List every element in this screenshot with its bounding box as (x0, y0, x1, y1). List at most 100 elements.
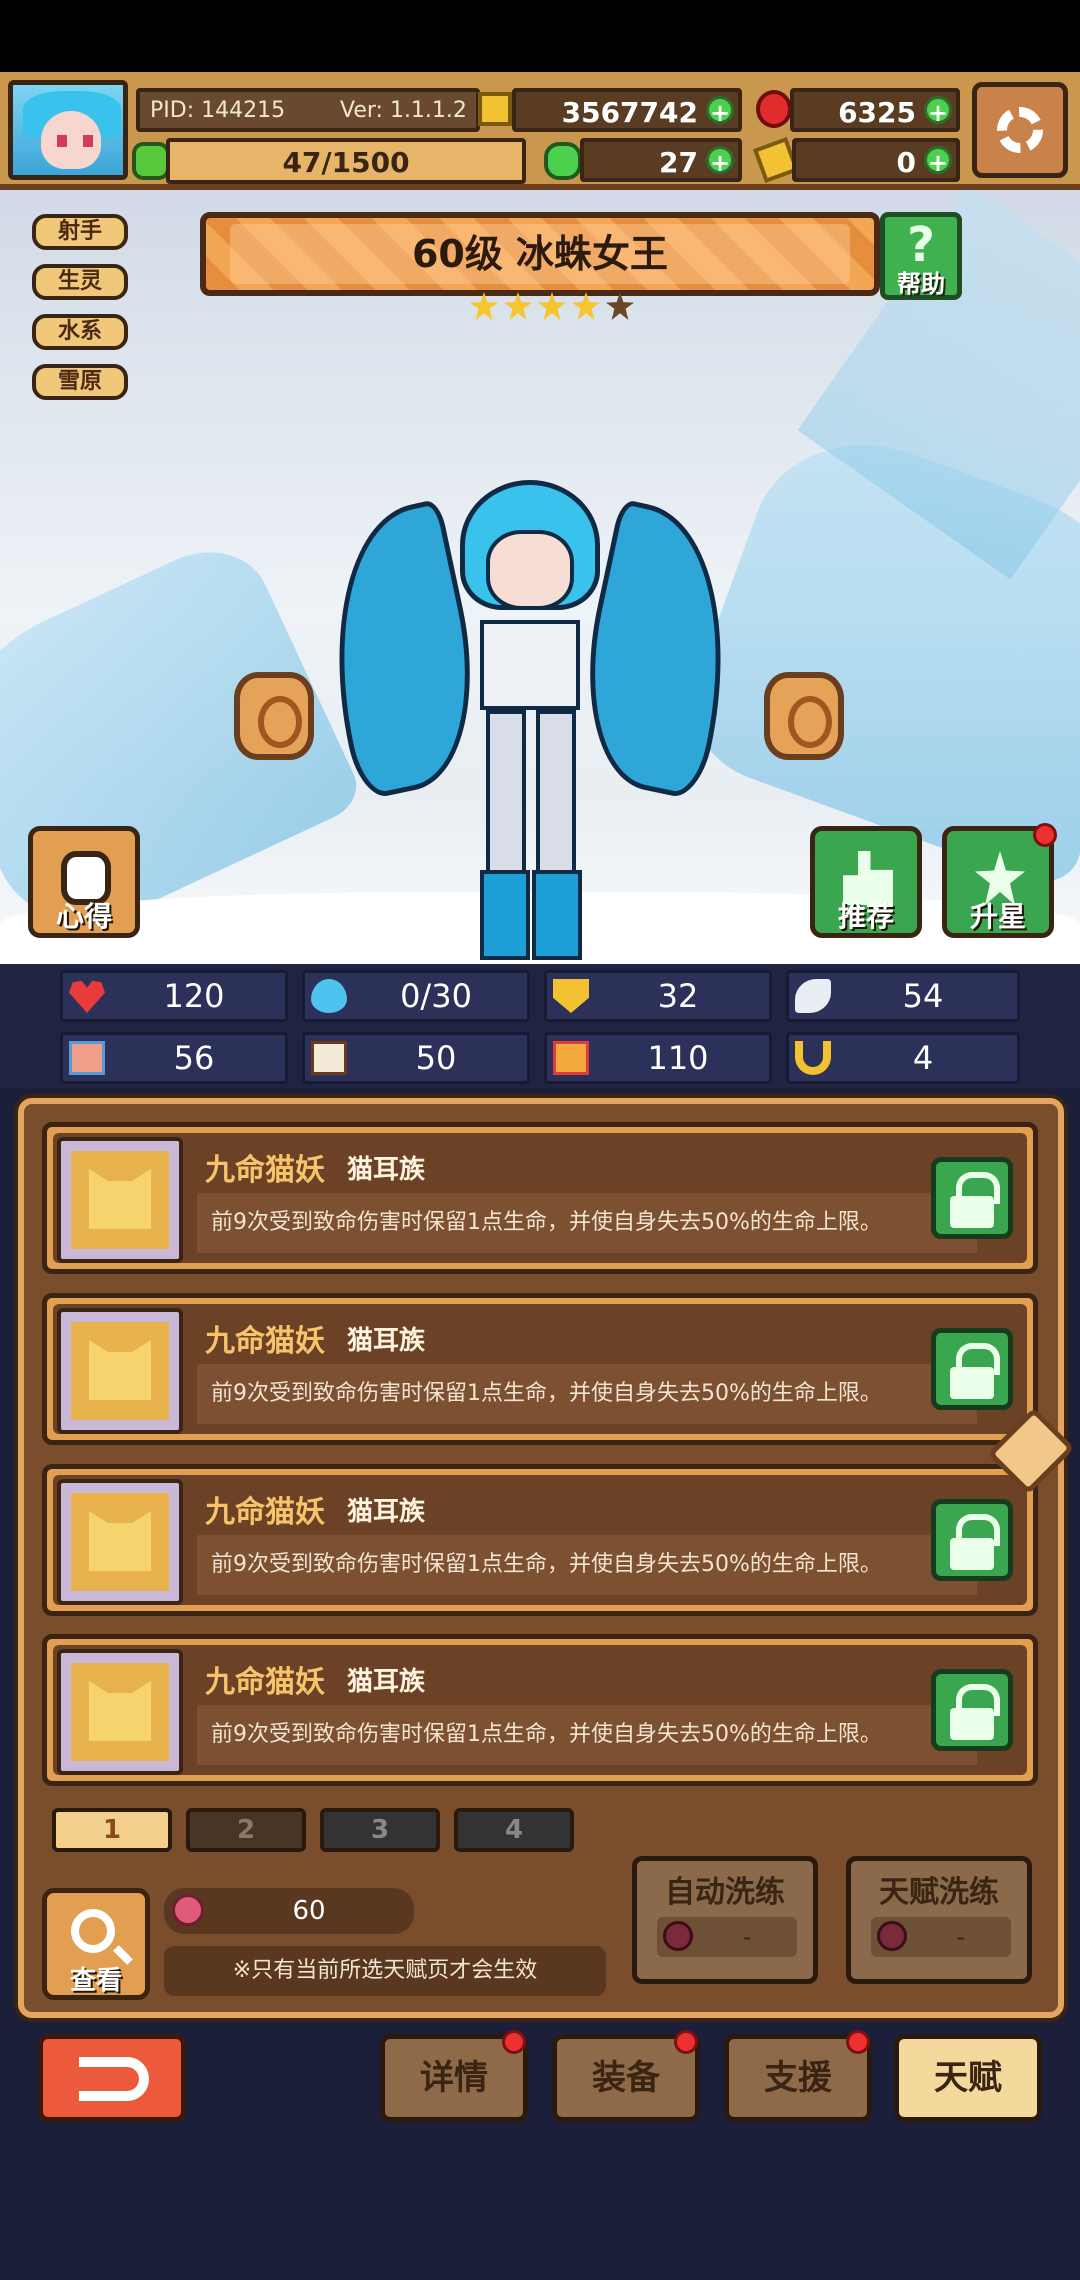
auto-wash-cost-value: - (742, 1923, 752, 1951)
stat-hp-value: 120 (163, 977, 225, 1015)
back-button[interactable] (38, 2034, 186, 2122)
tag-creature[interactable]: 生灵 (32, 264, 128, 300)
stat-magic-value: 50 (415, 1039, 457, 1077)
gold-value: 3567742 (561, 96, 698, 129)
talent-page-tab-1[interactable]: 1 (52, 1808, 172, 1852)
notification-dot (1033, 823, 1057, 847)
wing-icon (795, 979, 831, 1013)
hero-title: 60级 冰蛛女王 (411, 232, 669, 276)
shield-icon (553, 979, 589, 1013)
stat-mana-value: 0/30 (400, 977, 472, 1015)
view-label: 查看 (69, 1966, 122, 1996)
notification-dot (502, 2030, 526, 2054)
talent-page-tab-3[interactable]: 3 (320, 1808, 440, 1852)
stat-dodge: 54 (786, 970, 1020, 1022)
fruit-icon (172, 1894, 204, 1926)
previous-hero-button[interactable] (234, 672, 314, 760)
stat-range-value: 4 (912, 1039, 934, 1077)
talent-description: 前9次受到致命伤害时保留1点生命，并使自身失去50%的生命上限。 (197, 1705, 977, 1765)
book-icon (311, 1041, 347, 1075)
gear-icon (997, 107, 1043, 153)
talent-wash-cost-value: - (956, 1923, 966, 1951)
stat-attack-value: 56 (173, 1039, 215, 1077)
stamina-bar: 47/1500 (166, 138, 526, 184)
gem-icon (756, 90, 792, 128)
talent-page-tab-2[interactable]: 2 (186, 1808, 306, 1852)
stat-attack: 56 (60, 1032, 288, 1084)
stat-magic: 50 (302, 1032, 530, 1084)
cat-talent-icon (57, 1649, 183, 1775)
stat-dodge-value: 54 (902, 977, 944, 1015)
key-box: 0 + (792, 138, 960, 182)
notification-dot (674, 2030, 698, 2054)
fruit-count: 60 (292, 1896, 326, 1926)
notification-dot (846, 2030, 870, 2054)
help-label: 帮助 (897, 270, 945, 298)
talent-tribe: 猫耳族 (347, 1497, 426, 1527)
player-avatar[interactable] (8, 80, 128, 180)
tag-snowfield[interactable]: 雪原 (32, 364, 128, 400)
talent-card-3[interactable]: 九命猫妖 猫耳族 前9次受到致命伤害时保留1点生命，并使自身失去50%的生命上限… (42, 1464, 1038, 1616)
stat-speed: 110 (544, 1032, 772, 1084)
status-bar (0, 0, 1080, 72)
view-button[interactable]: 查看 (42, 1888, 150, 2000)
talent-wash-label: 天赋洗练 (879, 1875, 999, 1910)
talent-name: 九命猫妖 (205, 1153, 325, 1188)
hero-boot-right (532, 870, 582, 960)
lock-icon[interactable] (931, 1157, 1013, 1239)
talent-tribe: 猫耳族 (347, 1667, 426, 1697)
nav-talent-button[interactable]: 天赋 (894, 2034, 1042, 2122)
talent-card-2[interactable]: 九命猫妖 猫耳族 前9次受到致命伤害时保留1点生命，并使自身失去50%的生命上限… (42, 1293, 1038, 1445)
talent-tribe: 猫耳族 (347, 1155, 426, 1185)
talent-tribe: 猫耳族 (347, 1326, 426, 1356)
tag-water[interactable]: 水系 (32, 314, 128, 350)
fruit-icon (877, 1921, 907, 1951)
gold-box: 3567742 + (512, 88, 742, 132)
recommend-button[interactable]: 推荐 (810, 826, 922, 938)
boot-icon (553, 1041, 589, 1075)
cat-talent-icon (57, 1308, 183, 1434)
stat-speed-value: 110 (647, 1039, 709, 1077)
talent-wash-cost: - (871, 1917, 1011, 1957)
lock-icon[interactable] (931, 1499, 1013, 1581)
magnifier-icon (71, 1909, 115, 1953)
magnet-icon (795, 1041, 831, 1075)
star-up-label: 升星 (969, 900, 1026, 933)
stat-mana: 0/30 (302, 970, 530, 1022)
talent-card-1[interactable]: 九命猫妖 猫耳族 前9次受到致命伤害时保留1点生命，并使自身失去50%的生命上限… (42, 1122, 1038, 1274)
fruit-counter: 60 (164, 1888, 414, 1934)
stat-range: 4 (786, 1032, 1020, 1084)
notice-text: ※只有当前所选天赋页才会生效 (164, 1946, 606, 1996)
talent-name: 九命猫妖 (205, 1324, 325, 1359)
notes-button[interactable]: 心得 (28, 826, 140, 938)
lock-icon[interactable] (931, 1328, 1013, 1410)
stat-defense: 32 (544, 970, 772, 1022)
next-hero-button[interactable] (764, 672, 844, 760)
hero-title-banner: 60级 冰蛛女王 (200, 212, 880, 296)
fruit-icon (663, 1921, 693, 1951)
hero-top (480, 620, 580, 710)
talent-wash-button[interactable]: 天赋洗练 - (846, 1856, 1032, 1984)
help-button[interactable]: ? 帮助 (880, 212, 962, 300)
settings-button[interactable] (972, 82, 1068, 178)
lock-icon[interactable] (931, 1669, 1013, 1751)
add-key-button[interactable]: + (924, 146, 952, 177)
pid-version-box: PID: 144215 Ver: 1.1.1.2 (136, 88, 480, 132)
auto-wash-button[interactable]: 自动洗练 - (632, 1856, 818, 1984)
star-up-button[interactable]: 升星 (942, 823, 1057, 938)
fist-icon (69, 1041, 105, 1075)
clover-icon (544, 142, 582, 180)
auto-wash-cost: - (657, 1917, 797, 1957)
clover-value: 27 (659, 146, 698, 179)
add-gem-button[interactable]: + (924, 96, 952, 127)
add-gold-button[interactable]: + (706, 96, 734, 127)
tag-archer[interactable]: 射手 (32, 214, 128, 250)
stat-hp: 120 (60, 970, 288, 1022)
talent-page-tab-4[interactable]: 4 (454, 1808, 574, 1852)
stat-defense-value: 32 (657, 977, 699, 1015)
talent-description: 前9次受到致命伤害时保留1点生命，并使自身失去50%的生命上限。 (197, 1535, 977, 1595)
talent-card-4[interactable]: 九命猫妖 猫耳族 前9次受到致命伤害时保留1点生命，并使自身失去50%的生命上限… (42, 1634, 1038, 1786)
add-clover-button[interactable]: + (706, 146, 734, 177)
talent-name: 九命猫妖 (205, 1665, 325, 1700)
clover-box: 27 + (580, 138, 742, 182)
